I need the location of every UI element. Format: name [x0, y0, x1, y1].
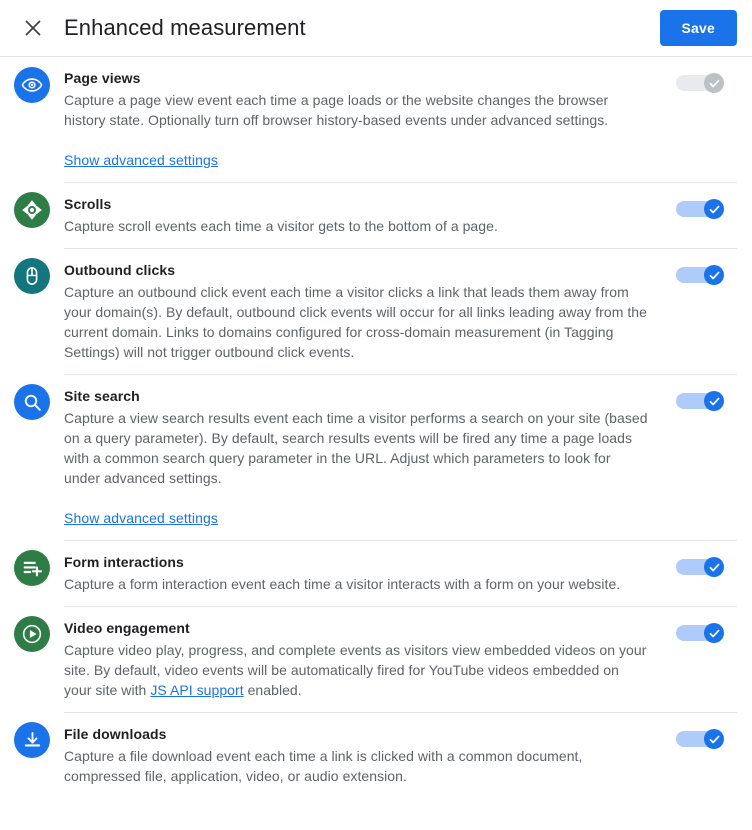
setting-title: Video engagement [64, 620, 190, 636]
scroll-move-icon [14, 192, 50, 228]
setting-body-inner: Form interactions Capture a form interact… [64, 552, 737, 594]
setting-text: Video engagement Capture video play, prog… [64, 618, 664, 700]
download-icon [14, 722, 50, 758]
js-api-support-link[interactable]: JS API support [150, 682, 243, 698]
setting-text: Form interactions Capture a form interact… [64, 552, 664, 594]
toggle-knob [704, 391, 724, 411]
show-advanced-settings-link[interactable]: Show advanced settings [64, 152, 218, 168]
setting-body: Form interactions Capture a form interact… [64, 540, 737, 606]
setting-toggle-container [664, 68, 724, 93]
setting-body-inner: Video engagement Capture video play, prog… [64, 618, 737, 700]
setting-row-page-views: Page views Capture a page view event each… [0, 57, 752, 182]
setting-body: Scrolls Capture scroll events each time a… [64, 182, 737, 248]
setting-title: Scrolls [64, 196, 112, 212]
setting-icon-container [0, 57, 64, 103]
setting-row-scrolls: Scrolls Capture scroll events each time a… [0, 182, 752, 248]
form-add-icon [14, 550, 50, 586]
toggle-file-downloads[interactable] [676, 729, 724, 749]
setting-title: Site search [64, 388, 140, 404]
setting-body: Outbound clicks Capture an outbound click… [64, 248, 737, 374]
setting-body-inner: Site search Capture a view search results… [64, 386, 737, 528]
setting-icon-container [0, 182, 64, 228]
setting-toggle-container [664, 618, 724, 643]
setting-icon-container [0, 606, 64, 652]
setting-description: Capture a file download event each time … [64, 748, 583, 784]
setting-description: Capture scroll events each time a visito… [64, 218, 498, 234]
setting-toggle-container [664, 552, 724, 577]
setting-title: Outbound clicks [64, 262, 176, 278]
advanced-settings-link-container: Show advanced settings [64, 510, 648, 528]
toggle-knob [704, 199, 724, 219]
toggle-knob [704, 265, 724, 285]
toggle-outbound-clicks[interactable] [676, 265, 724, 285]
setting-text: Outbound clicks Capture an outbound click… [64, 260, 664, 362]
setting-toggle-container [664, 386, 724, 411]
setting-body: Site search Capture a view search results… [64, 374, 737, 540]
setting-row-file-downloads: File downloads Capture a file download ev… [0, 712, 752, 798]
setting-icon-container [0, 540, 64, 586]
setting-toggle-container [664, 724, 724, 749]
setting-body: Page views Capture a page view event each… [64, 57, 737, 182]
setting-description: Capture an outbound click event each tim… [64, 284, 647, 360]
setting-icon-container [0, 374, 64, 420]
setting-body: Video engagement Capture video play, prog… [64, 606, 737, 712]
close-dialog-button[interactable] [20, 15, 46, 41]
search-icon [14, 384, 50, 420]
mouse-click-icon [14, 258, 50, 294]
setting-body-inner: Page views Capture a page view event each… [64, 68, 737, 170]
toggle-form-interactions[interactable] [676, 557, 724, 577]
setting-row-site-search: Site search Capture a view search results… [0, 374, 752, 540]
setting-title: Form interactions [64, 554, 184, 570]
setting-description: Capture a page view event each time a pa… [64, 92, 609, 128]
toggle-site-search[interactable] [676, 391, 724, 411]
page-title: Enhanced measurement [64, 15, 306, 40]
toggle-page-views [676, 73, 724, 93]
eye-icon [14, 67, 50, 103]
setting-title: File downloads [64, 726, 167, 742]
setting-toggle-container [664, 260, 724, 285]
setting-icon-container [0, 248, 64, 294]
setting-text: Site search Capture a view search results… [64, 386, 664, 528]
close-icon [23, 18, 43, 38]
setting-text: File downloads Capture a file download ev… [64, 724, 664, 786]
setting-text: Page views Capture a page view event each… [64, 68, 664, 170]
toggle-knob [704, 557, 724, 577]
setting-icon-container [0, 712, 64, 758]
toggle-video-engagement[interactable] [676, 623, 724, 643]
dialog-header: Enhanced measurement Save [0, 0, 752, 57]
save-button[interactable]: Save [659, 10, 737, 46]
setting-body-inner: File downloads Capture a file download ev… [64, 724, 737, 786]
setting-description: Capture a form interaction event each ti… [64, 576, 621, 592]
setting-body: File downloads Capture a file download ev… [64, 712, 737, 798]
setting-description: Capture video play, progress, and comple… [64, 640, 648, 700]
setting-title: Page views [64, 70, 141, 86]
setting-body-inner: Scrolls Capture scroll events each time a… [64, 194, 737, 236]
setting-body-inner: Outbound clicks Capture an outbound click… [64, 260, 737, 362]
advanced-settings-link-container: Show advanced settings [64, 152, 648, 170]
show-advanced-settings-link[interactable]: Show advanced settings [64, 510, 218, 526]
setting-row-outbound-clicks: Outbound clicks Capture an outbound click… [0, 248, 752, 374]
setting-row-video-engagement: Video engagement Capture video play, prog… [0, 606, 752, 712]
toggle-knob [704, 623, 724, 643]
toggle-knob [704, 73, 724, 93]
setting-description: Capture a view search results event each… [64, 410, 648, 486]
play-circle-icon [14, 616, 50, 652]
setting-row-form-interactions: Form interactions Capture a form interact… [0, 540, 752, 606]
toggle-knob [704, 729, 724, 749]
setting-text: Scrolls Capture scroll events each time a… [64, 194, 664, 236]
enhanced-measurement-settings-list: Page views Capture a page view event each… [0, 57, 752, 798]
setting-description-after-link: enabled. [243, 682, 302, 698]
setting-toggle-container [664, 194, 724, 219]
toggle-scrolls[interactable] [676, 199, 724, 219]
